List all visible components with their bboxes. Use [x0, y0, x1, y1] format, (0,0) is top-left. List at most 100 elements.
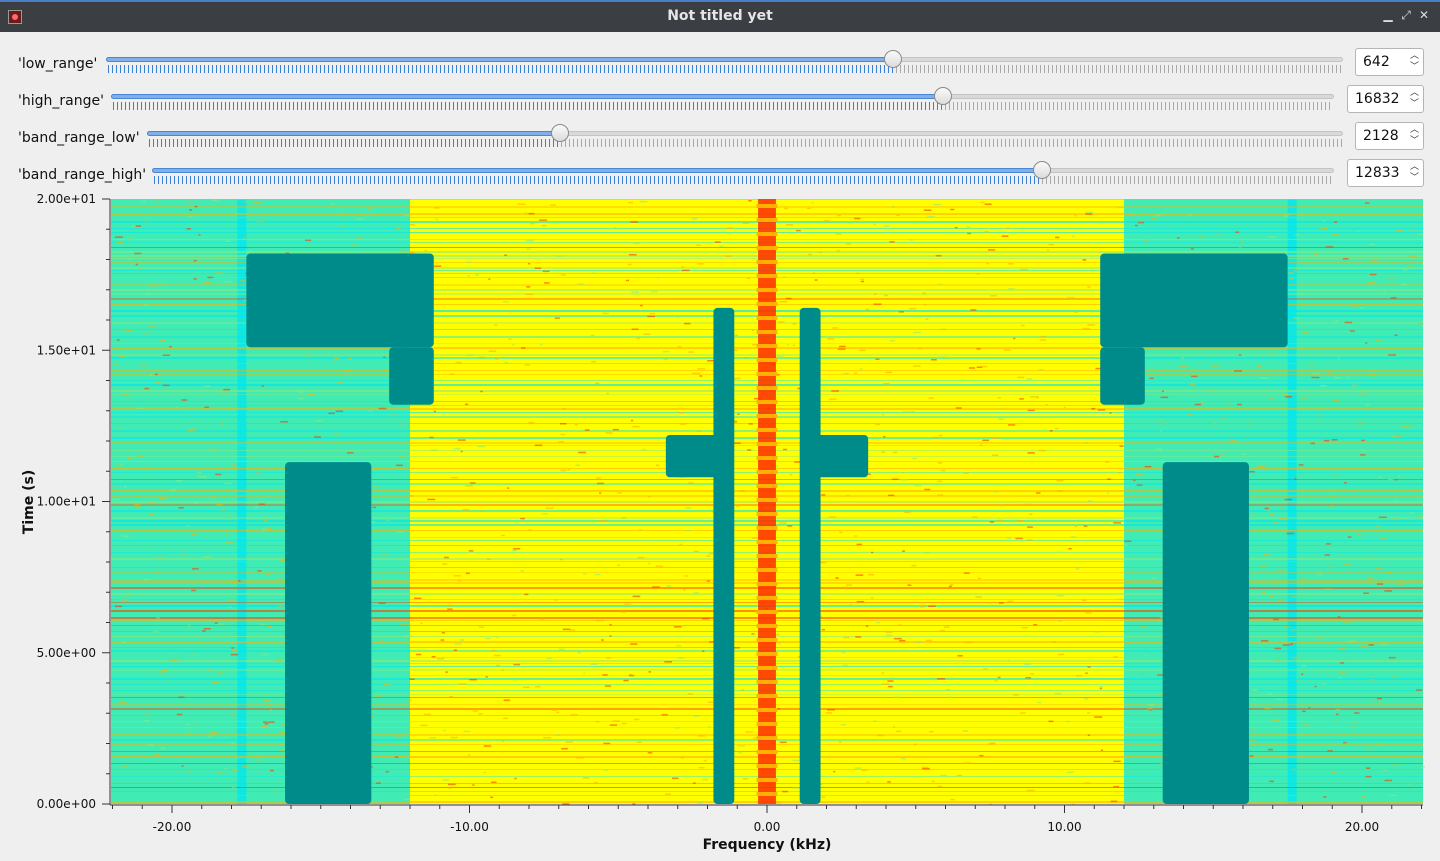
heatmap-cell — [368, 410, 373, 412]
heatmap-cell — [524, 212, 528, 214]
x-tick-label: 10.00 — [1047, 820, 1081, 834]
heatmap-cell — [520, 517, 525, 520]
heatmap-cell — [919, 606, 925, 608]
heatmap-cell — [1160, 396, 1169, 399]
heatmap-cell — [975, 596, 982, 598]
heatmap-cell — [269, 769, 274, 772]
heatmap-cell — [453, 575, 461, 577]
heatmap-cell — [144, 720, 149, 722]
heatmap-cell — [1141, 626, 1147, 628]
heatmap-cell — [409, 678, 415, 680]
heatmap-cell — [696, 430, 702, 433]
heatmap-cell — [118, 355, 125, 358]
heatmap-cell — [1020, 268, 1028, 271]
heatmap-cell — [1252, 728, 1256, 730]
heatmap-cell — [898, 624, 902, 626]
heatmap-cell — [467, 354, 474, 357]
heatmap-cell — [1087, 286, 1091, 288]
heatmap-cell — [928, 397, 934, 399]
heatmap-cell — [204, 406, 209, 409]
heatmap-cell — [139, 364, 148, 367]
heatmap-cell — [258, 503, 265, 506]
heatmap-cell — [124, 594, 132, 597]
heatmap-cell — [1099, 685, 1104, 688]
heatmap-cell — [375, 782, 381, 784]
heatmap-cell — [1238, 354, 1242, 356]
heatmap-cell — [1410, 512, 1415, 514]
heatmap-cell — [743, 356, 748, 359]
heatmap-cell — [1393, 500, 1397, 503]
heatmap-cell — [601, 639, 604, 641]
heatmap-cell — [904, 511, 911, 513]
heatmap-cell — [819, 251, 822, 254]
heatmap-cell — [381, 554, 388, 556]
heatmap-cell — [628, 674, 635, 677]
heatmap-cell — [508, 338, 512, 340]
heatmap-cell — [828, 516, 837, 518]
heatmap-cell — [838, 741, 842, 743]
heatmap-cell — [854, 535, 858, 537]
heatmap-cell — [849, 604, 852, 606]
heatmap-cell — [1039, 339, 1047, 341]
heatmap-cell — [948, 585, 952, 588]
heatmap-cell — [945, 689, 951, 691]
heatmap-cell — [1279, 507, 1284, 509]
heatmap-cell — [1360, 454, 1366, 456]
heatmap-cell — [560, 433, 566, 436]
heatmap-cell — [829, 398, 837, 400]
heatmap-cell — [468, 550, 474, 552]
heatmap-cell — [684, 507, 692, 509]
heatmap-cell — [228, 408, 231, 410]
heatmap-cell — [1382, 769, 1388, 772]
heatmap-cell — [1388, 354, 1397, 356]
heatmap-cell — [431, 656, 436, 658]
heatmap-cell — [469, 678, 477, 681]
heatmap-cell — [1037, 701, 1042, 704]
center-line-dash — [756, 288, 778, 292]
heatmap-cell — [1097, 409, 1106, 411]
heatmap-cell — [908, 307, 917, 310]
heatmap-cell — [1073, 311, 1079, 313]
heatmap-cell — [1051, 641, 1057, 643]
heatmap-cell — [116, 241, 124, 244]
heatmap-cell — [591, 272, 597, 275]
heatmap-cell — [467, 275, 470, 277]
heatmap-cell — [223, 388, 231, 391]
heatmap-cell — [430, 449, 438, 451]
heatmap-cell — [1038, 369, 1044, 371]
heatmap-cell — [465, 485, 474, 487]
heatmap-cell — [893, 726, 896, 728]
heatmap-cell — [1335, 708, 1341, 711]
heatmap-cell — [639, 200, 648, 203]
heatmap-cell — [955, 407, 962, 409]
heatmap-cell — [194, 502, 199, 504]
heatmap-cell — [384, 683, 391, 686]
center-line-dash — [756, 358, 778, 362]
heatmap-cell — [871, 551, 874, 554]
heatmap-cell — [1199, 400, 1207, 403]
heatmap-cell — [666, 585, 672, 587]
heatmap-cell — [1058, 653, 1065, 656]
heatmap-cell — [1365, 342, 1368, 344]
heatmap-cell — [1323, 796, 1327, 798]
heatmap-cell — [1302, 710, 1306, 713]
heatmap-cell — [1021, 626, 1028, 629]
heatmap-cell — [1127, 214, 1136, 216]
heatmap-cell — [189, 209, 193, 211]
heatmap-cell — [1406, 265, 1414, 267]
heatmap-cell — [989, 521, 995, 523]
heatmap-cell — [893, 696, 902, 699]
center-line-dash — [756, 498, 778, 502]
heatmap-cell — [1074, 214, 1077, 217]
heatmap-cell — [340, 224, 344, 227]
heatmap-cell — [1046, 249, 1050, 251]
heatmap-cell — [725, 255, 732, 257]
heatmap-cell — [396, 227, 401, 230]
heatmap-cell — [1378, 516, 1387, 519]
heatmap-cell — [693, 592, 699, 594]
heatmap-cell — [433, 207, 440, 209]
heatmap-cell — [231, 467, 236, 469]
heatmap-cell — [671, 777, 679, 779]
heatmap-cell — [627, 263, 632, 266]
heatmap-cell — [846, 584, 852, 586]
